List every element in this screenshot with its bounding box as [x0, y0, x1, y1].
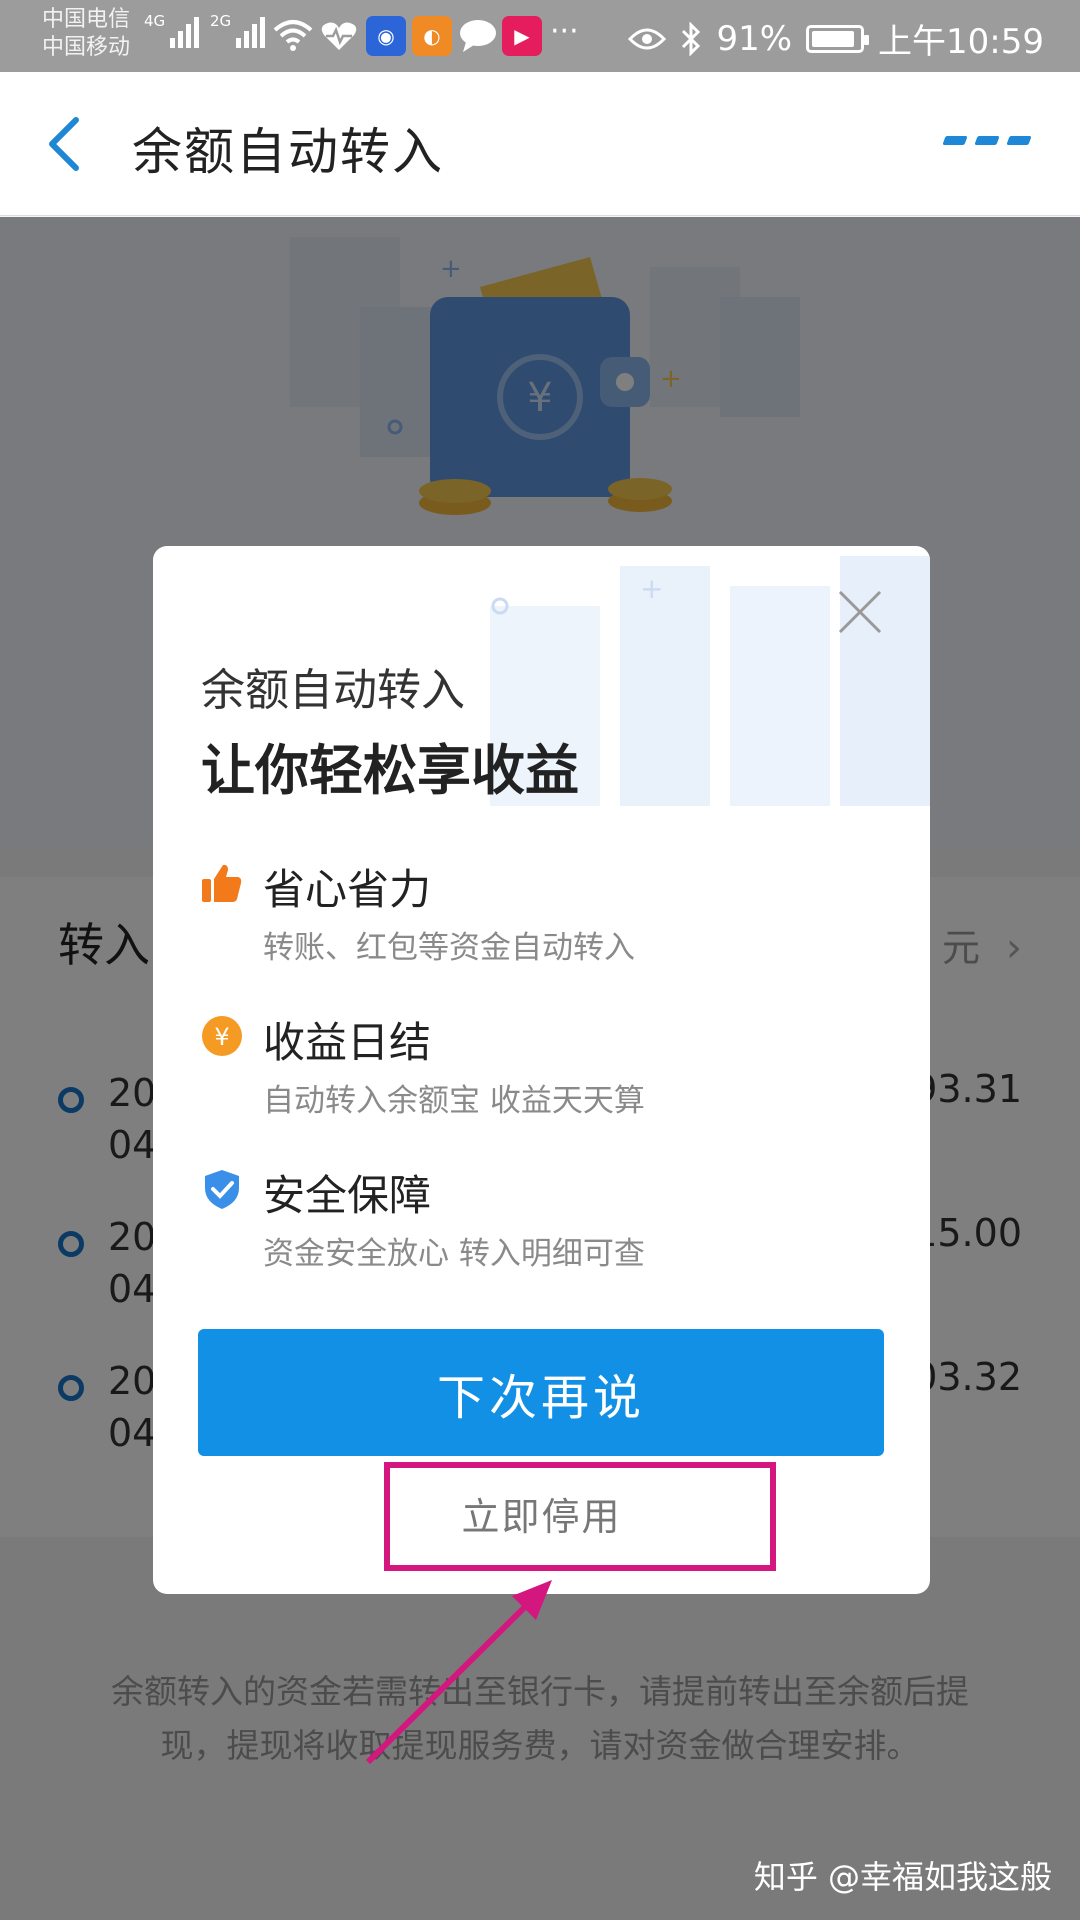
close-icon[interactable] [836, 588, 884, 636]
health-heart-icon [321, 22, 357, 50]
dialog-headline: 让你轻松享收益 [201, 739, 579, 802]
more-notifications-icon: ··· [550, 14, 579, 49]
watermark: 知乎 @幸福如我这般 [753, 1858, 1052, 1896]
battery-percent: 91% [716, 18, 793, 59]
later-button[interactable]: 下次再说 [198, 1329, 884, 1456]
clock: 上午10:59 [878, 22, 1044, 62]
nav-header: 余额自动转入 [0, 72, 1080, 216]
feature-title: 收益日结 [263, 1018, 432, 1067]
signal-2-icon: 2G [210, 12, 266, 48]
svg-text:¥: ¥ [214, 1023, 229, 1051]
thumbs-up-icon [202, 864, 242, 902]
net-type-2: 2G [210, 12, 232, 30]
carrier-1: 中国电信 [42, 7, 131, 32]
carrier-2: 中国移动 [42, 35, 131, 60]
status-bar: 中国电信 中国移动 4G 2G ◉ ◐ ▶ ··· 91% 上午10:59 [0, 0, 1080, 72]
shield-check-icon [205, 1170, 239, 1209]
highlight-box [384, 1462, 776, 1571]
video-app-icon: ▶ [502, 16, 542, 56]
feature-title: 省心省力 [263, 865, 432, 914]
eye-comfort-icon [628, 28, 667, 49]
feature-desc: 自动转入余额宝 收益天天算 [263, 1083, 645, 1119]
feature-desc: 转账、红包等资金自动转入 [263, 930, 635, 966]
message-bubble-icon [460, 20, 496, 52]
wifi-icon [273, 20, 313, 51]
feature-title: 安全保障 [263, 1171, 432, 1220]
net-type-1: 4G [144, 12, 166, 30]
signal-1-icon: 4G [144, 12, 200, 48]
battery-icon [806, 24, 870, 53]
uc-browser-icon: ◐ [412, 16, 452, 56]
baidu-app-icon: ◉ [366, 16, 406, 56]
carrier-names: 中国电信 中国移动 [42, 6, 130, 62]
yuan-coin-icon: ¥ [202, 1016, 242, 1056]
feature-item: 省心省力 转账、红包等资金自动转入 [201, 856, 891, 976]
svg-text:+: + [640, 572, 663, 605]
feature-desc: 资金安全放心 转入明细可查 [263, 1236, 645, 1272]
feature-item: ¥ 收益日结 自动转入余额宝 收益天天算 [201, 1009, 891, 1129]
auto-transfer-dialog: + 余额自动转入 让你轻松享收益 省心省力 转账、红包等资金自动转入 ¥ 收益日… [153, 546, 930, 1594]
dialog-subtitle: 余额自动转入 [201, 665, 465, 716]
status-right: 91% 上午10:59 [628, 14, 1044, 63]
back-chevron-icon[interactable] [44, 116, 84, 172]
bluetooth-icon [682, 21, 701, 56]
more-menu-icon[interactable] [942, 136, 1032, 145]
page-title: 余额自动转入 [132, 123, 444, 181]
feature-item: 安全保障 资金安全放心 转入明细可查 [201, 1162, 891, 1282]
